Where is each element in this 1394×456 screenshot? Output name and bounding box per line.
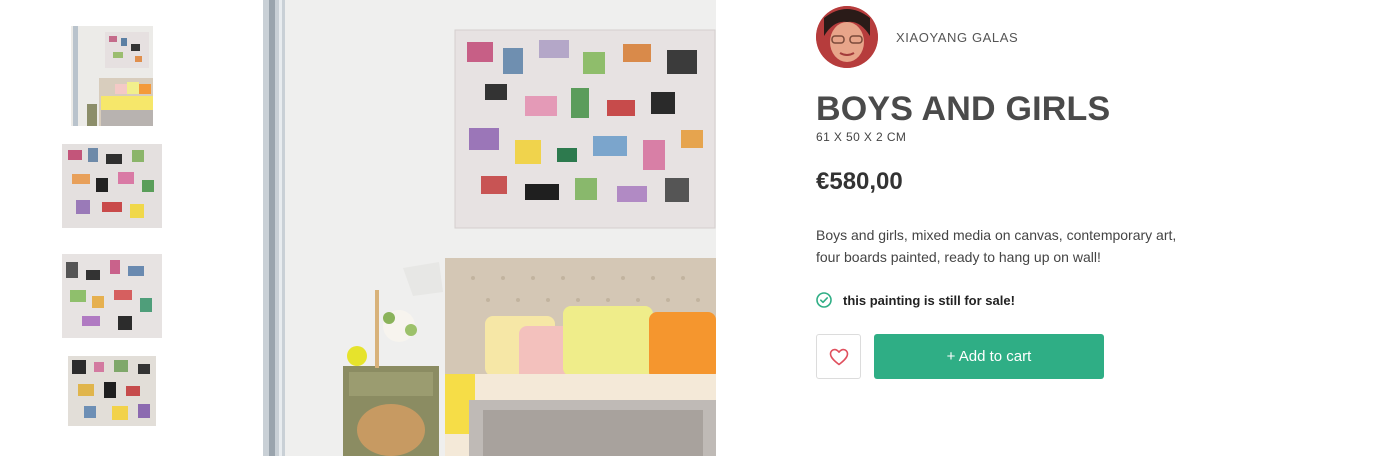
product-dimensions: 61 X 50 X 2 CM [816, 130, 907, 144]
thumbnail-closeup-image [68, 356, 156, 426]
thumbnail-painting-detail[interactable] [62, 254, 162, 338]
thumbnail-room-view[interactable] [71, 26, 153, 126]
artist-profile-link[interactable]: XIAOYANG GALAS [816, 6, 1018, 68]
wishlist-button[interactable] [816, 334, 861, 379]
product-info: XIAOYANG GALAS BOYS AND GIRLS 61 X 50 X … [816, 0, 1376, 456]
thumbnail-room-image [71, 26, 153, 126]
artist-portrait-image [816, 6, 878, 68]
product-price: €580,00 [816, 168, 903, 195]
artist-name[interactable]: XIAOYANG GALAS [896, 30, 1018, 45]
availability-status: this painting is still for sale! [816, 292, 1015, 308]
thumbnail-painting-image [62, 144, 162, 228]
thumbnail-painting-closeup[interactable] [68, 356, 156, 426]
thumbnail-detail-image [62, 254, 162, 338]
thumbnail-painting-front[interactable] [62, 144, 162, 228]
product-description: Boys and girls, mixed media on canvas, c… [816, 227, 1177, 265]
page-title: BOYS AND GIRLS [816, 90, 1111, 128]
check-circle-icon [816, 292, 832, 308]
room-scene-image [263, 0, 716, 456]
main-product-image[interactable] [263, 0, 716, 456]
heart-icon [829, 348, 849, 366]
availability-text: this painting is still for sale! [843, 292, 1015, 308]
thumbnail-list [0, 0, 230, 456]
add-to-cart-button[interactable]: + Add to cart [874, 334, 1104, 379]
avatar[interactable] [816, 6, 878, 68]
